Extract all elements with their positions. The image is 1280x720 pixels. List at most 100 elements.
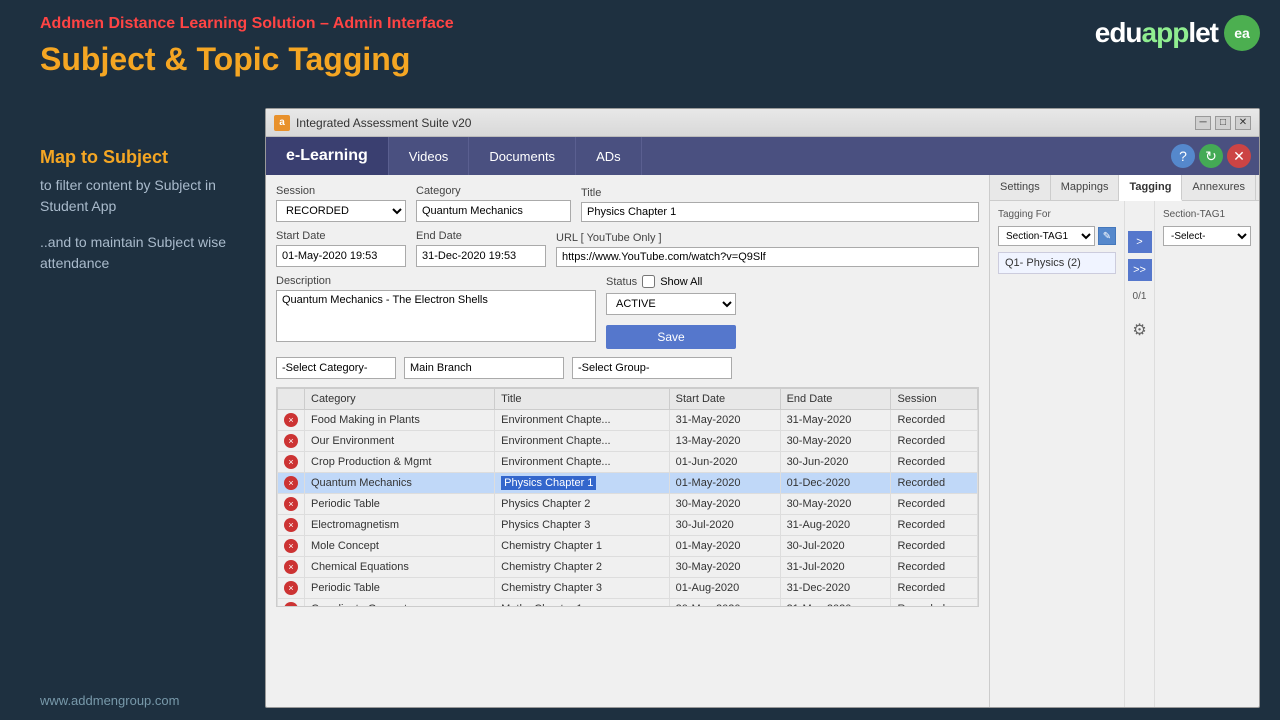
title-input[interactable] [581, 202, 979, 222]
table-row[interactable]: ×Quantum MechanicsPhysics Chapter 101-Ma… [278, 473, 978, 494]
row-title: Maths Chapter 1 [495, 599, 670, 608]
filter-branch-select[interactable]: Main Branch [404, 357, 564, 379]
row-category: Periodic Table [305, 494, 495, 515]
row-delete-icon[interactable]: × [278, 494, 305, 515]
maximize-button[interactable]: □ [1215, 116, 1231, 130]
row-category: Electromagnetism [305, 515, 495, 536]
table-row[interactable]: ×Crop Production & MgmtEnvironment Chapt… [278, 452, 978, 473]
page-title: Subject & Topic Tagging [40, 41, 454, 78]
category-group: Category [416, 185, 571, 222]
row-start-date: 30-May-2020 [669, 494, 780, 515]
right-select[interactable]: -Select- [1163, 226, 1251, 246]
row-category: Chemical Equations [305, 557, 495, 578]
table-row[interactable]: ×Our EnvironmentEnvironment Chapte...13-… [278, 431, 978, 452]
row-delete-icon[interactable]: × [278, 557, 305, 578]
row-delete-icon[interactable]: × [278, 452, 305, 473]
table-row[interactable]: ×Food Making in PlantsEnvironment Chapte… [278, 410, 978, 431]
tab-documents[interactable]: Documents [469, 137, 576, 175]
row-category: Mole Concept [305, 536, 495, 557]
th-title: Title [495, 389, 670, 410]
session-select[interactable]: RECORDED LIVE UPCOMING [276, 200, 406, 222]
table-row[interactable]: ×ElectromagnetismPhysics Chapter 330-Jul… [278, 515, 978, 536]
tagging-for-select[interactable]: Section-TAG1 [998, 226, 1095, 246]
tab-ads[interactable]: ADs [576, 137, 642, 175]
status-label: Status [606, 276, 637, 288]
tagging-left: Tagging For Section-TAG1 ✎ Q1- Physics (… [990, 201, 1125, 707]
right-content: Tagging For Section-TAG1 ✎ Q1- Physics (… [990, 201, 1259, 707]
th-category: Category [305, 389, 495, 410]
row-start-date: 13-May-2020 [669, 431, 780, 452]
status-select[interactable]: ACTIVE INACTIVE [606, 293, 736, 315]
logo-text: eduapplet [1095, 17, 1218, 49]
row-title: Chemistry Chapter 1 [495, 536, 670, 557]
tab-settings[interactable]: Settings [990, 175, 1051, 200]
tab-videos[interactable]: Videos [389, 137, 470, 175]
filter-group-select[interactable]: -Select Group- [572, 357, 732, 379]
form-row-3: Description Quantum Mechanics - The Elec… [276, 275, 979, 349]
tab-preview[interactable]: Preview [1256, 175, 1259, 200]
table-row[interactable]: ×Coordinate GeometryMaths Chapter 120-Ma… [278, 599, 978, 608]
edit-icon[interactable]: ✎ [1098, 227, 1116, 245]
start-date-label: Start Date [276, 230, 406, 242]
row-delete-icon[interactable]: × [278, 410, 305, 431]
sidebar-description: Map to Subject to filter content by Subj… [40, 145, 240, 274]
table-row[interactable]: ×Chemical EquationsChemistry Chapter 230… [278, 557, 978, 578]
window-app-icon: a [274, 115, 290, 131]
row-end-date: 30-May-2020 [780, 431, 891, 452]
window-controls[interactable]: ─ □ ✕ [1195, 116, 1251, 130]
th-start-date: Start Date [669, 389, 780, 410]
row-delete-icon[interactable]: × [278, 599, 305, 608]
form-row-2: Start Date End Date URL [ YouTube Only ] [276, 230, 979, 267]
section-tag1-label: Section-TAG1 [1163, 209, 1251, 220]
table-row[interactable]: ×Periodic TablePhysics Chapter 230-May-2… [278, 494, 978, 515]
gear-button[interactable]: ⚙ [1128, 318, 1152, 342]
row-category: Periodic Table [305, 578, 495, 599]
filter-row: -Select Category- Main Branch -Select Gr… [276, 357, 979, 379]
row-title: Environment Chapte... [495, 431, 670, 452]
row-delete-icon[interactable]: × [278, 536, 305, 557]
close-icon-button[interactable]: ✕ [1227, 144, 1251, 168]
refresh-icon-button[interactable]: ↻ [1199, 144, 1223, 168]
close-button[interactable]: ✕ [1235, 116, 1251, 130]
tab-elearning[interactable]: e-Learning [266, 137, 389, 175]
description-label: Description [276, 275, 596, 287]
minimize-button[interactable]: ─ [1195, 116, 1211, 130]
filter-category-select[interactable]: -Select Category- [276, 357, 396, 379]
row-category: Crop Production & Mgmt [305, 452, 495, 473]
row-delete-icon[interactable]: × [278, 473, 305, 494]
form-row-1: Session RECORDED LIVE UPCOMING Category … [276, 185, 979, 222]
row-delete-icon[interactable]: × [278, 578, 305, 599]
save-button[interactable]: Save [606, 325, 736, 349]
tag-item[interactable]: Q1- Physics (2) [998, 252, 1116, 274]
title-label: Title [581, 187, 979, 199]
show-all-checkbox[interactable] [642, 275, 655, 288]
row-delete-icon[interactable]: × [278, 515, 305, 536]
start-date-input[interactable] [276, 245, 406, 267]
row-title: Physics Chapter 2 [495, 494, 670, 515]
row-start-date: 31-May-2020 [669, 410, 780, 431]
th-icon [278, 389, 305, 410]
table-row[interactable]: ×Periodic TableChemistry Chapter 301-Aug… [278, 578, 978, 599]
row-title: Chemistry Chapter 3 [495, 578, 670, 599]
row-start-date: 30-Jul-2020 [669, 515, 780, 536]
row-session: Recorded [891, 473, 978, 494]
description-textarea[interactable]: Quantum Mechanics - The Electron Shells [276, 290, 596, 342]
tab-annexures[interactable]: Annexures [1182, 175, 1256, 200]
url-input[interactable] [556, 247, 979, 267]
row-session: Recorded [891, 536, 978, 557]
tab-bar: e-Learning Videos Documents ADs ? ↻ ✕ [266, 137, 1259, 175]
table-row[interactable]: ×Mole ConceptChemistry Chapter 101-May-2… [278, 536, 978, 557]
row-start-date: 01-Aug-2020 [669, 578, 780, 599]
end-date-input[interactable] [416, 245, 546, 267]
row-category: Our Environment [305, 431, 495, 452]
tab-tagging[interactable]: Tagging [1119, 175, 1182, 201]
tag-all-button[interactable]: >> [1128, 259, 1152, 281]
help-icon-button[interactable]: ? [1171, 144, 1195, 168]
tagging-select-container: Section-TAG1 ✎ [998, 226, 1116, 246]
row-session: Recorded [891, 599, 978, 608]
status-group: Status Show All ACTIVE INACTIVE Save [606, 275, 736, 349]
category-input[interactable] [416, 200, 571, 222]
tag-single-button[interactable]: > [1128, 231, 1152, 253]
tab-mappings[interactable]: Mappings [1051, 175, 1120, 200]
row-delete-icon[interactable]: × [278, 431, 305, 452]
